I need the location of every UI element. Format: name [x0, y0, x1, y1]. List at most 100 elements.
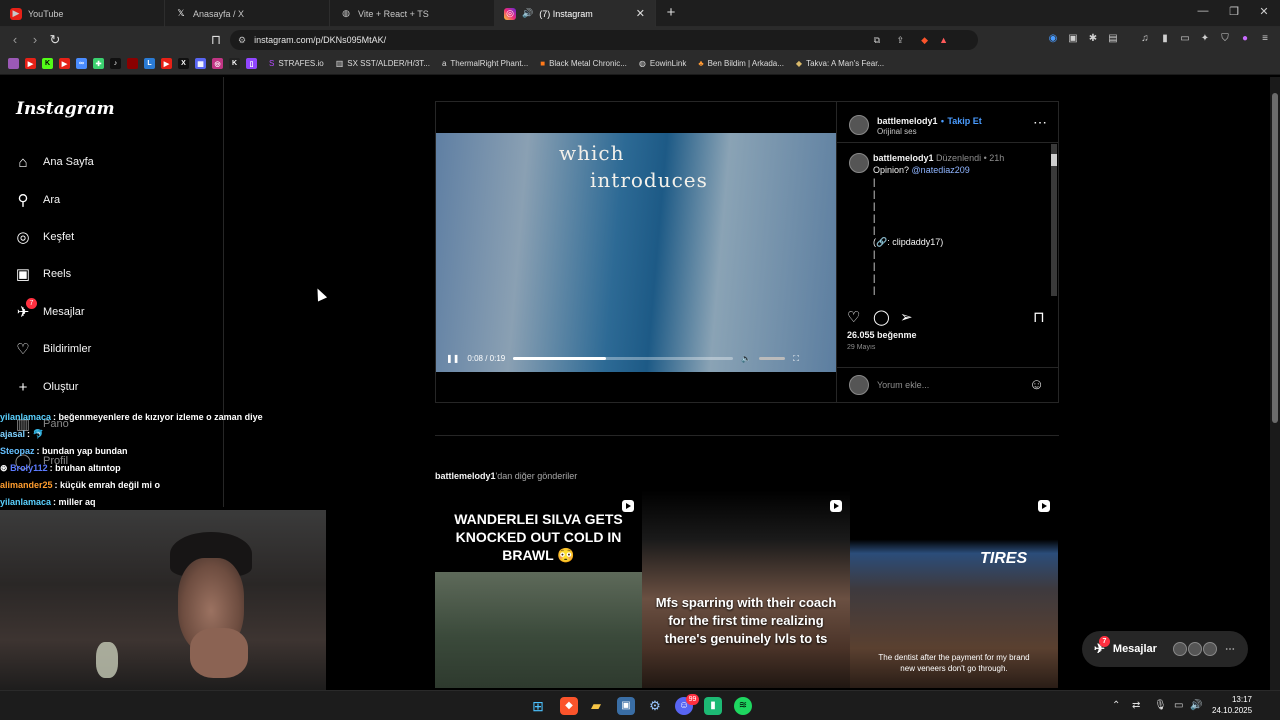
bookmark-icon-5[interactable]: ∞ [76, 58, 87, 69]
bookmark-sx[interactable]: ▥ SX SST/ALDER/H/3T... [336, 59, 430, 68]
bookmark-icon[interactable]: ⊓ [207, 31, 225, 49]
share-icon[interactable]: ➢ [900, 308, 913, 326]
photos-icon[interactable]: ▣ [617, 697, 635, 715]
follow-button[interactable]: Takip Et [947, 116, 981, 126]
kick-bookmark-icon[interactable]: K [42, 58, 53, 69]
bookmark-icon-14[interactable]: K [229, 58, 240, 69]
mention-link[interactable]: @natediaz209 [912, 165, 970, 175]
brave-icon[interactable]: ◆ [560, 697, 578, 715]
ai-icon[interactable]: ✦ [1198, 32, 1212, 46]
nav-explore[interactable]: ◎ Keşfet [14, 222, 74, 252]
like-icon[interactable]: ♡ [847, 308, 860, 326]
close-window-icon[interactable]: ✕ [1254, 5, 1274, 21]
app-icon[interactable]: ▮ [704, 697, 722, 715]
bookmark-icon-1[interactable] [8, 58, 19, 69]
menu-icon[interactable]: ≡ [1258, 32, 1272, 46]
spotify-icon[interactable]: ≋ [734, 697, 752, 715]
network-app-icon[interactable]: ⇄ [1132, 700, 1140, 711]
youtube-bookmark-icon[interactable]: ▶ [25, 58, 36, 69]
page-scrollbar[interactable] [1270, 77, 1280, 690]
more-post-3[interactable]: TIRES The dentist after the payment for … [850, 490, 1058, 688]
post-username[interactable]: battlemelody1 [877, 116, 938, 126]
video-progress-bar[interactable] [513, 357, 734, 360]
bookmark-takva[interactable]: ◆ Takva: A Man's Fear... [796, 59, 884, 68]
back-icon[interactable]: ‹ [6, 31, 24, 49]
volume-icon[interactable]: 🔈 [741, 354, 751, 363]
windows-start-icon[interactable]: ⊞ [529, 697, 547, 715]
bookmark-black-metal[interactable]: ■ Black Metal Chronic... [540, 59, 627, 68]
bookmark-strafes[interactable]: S STRAFES.io [269, 59, 324, 68]
more-options-icon[interactable]: ⋯ [1033, 114, 1047, 131]
system-clock[interactable]: 13:17 24.10.2025 [1212, 694, 1252, 716]
sidebar-icon[interactable]: ▮ [1158, 32, 1172, 46]
nav-messages[interactable]: ✈ 7 Mesajlar [14, 297, 85, 327]
caption-scrollbar[interactable] [1051, 144, 1057, 296]
url-bar[interactable]: ⚙ instagram.com/p/DKNs095MtAK/ ⧉ ⇪ ◆ ▲ [230, 30, 978, 50]
nav-home[interactable]: ⌂ Ana Sayfa [14, 147, 93, 177]
youtube-bookmark-icon-2[interactable]: ▶ [59, 58, 70, 69]
close-tab-icon[interactable]: ✕ [636, 7, 645, 20]
emoji-icon[interactable]: ☺ [1029, 376, 1044, 393]
bookmark-icon-9[interactable]: L [144, 58, 155, 69]
tab-vite[interactable]: ◍ Vite + React + TS [330, 0, 495, 27]
comment-icon[interactable]: ◯ [873, 308, 890, 326]
avatar[interactable] [849, 114, 869, 135]
bookmark-icon-12[interactable]: ▦ [195, 58, 206, 69]
vpn-icon[interactable]: ⛉ [1218, 32, 1232, 46]
reload-icon[interactable]: ↻ [46, 31, 64, 49]
file-explorer-icon[interactable]: ▰ [587, 697, 605, 715]
volume-tray-icon[interactable]: 🔊 [1190, 700, 1202, 711]
site-settings-icon[interactable]: ⚙ [238, 35, 246, 46]
leo-icon[interactable]: ◉ [1046, 32, 1060, 46]
bookmark-icon-6[interactable]: ✚ [93, 58, 104, 69]
x-bookmark-icon[interactable]: X [178, 58, 189, 69]
bookmark-ben-bildim[interactable]: ♣ Ben Bildim | Arkada... [698, 59, 784, 68]
more-post-2[interactable]: Mfs sparring with their coach for the fi… [642, 490, 850, 688]
post-video[interactable]: which introduces ❚❚ 0:08 / 0:19 🔈 ⛶ [436, 133, 836, 372]
comment-input[interactable]: Yorum ekle... [877, 380, 929, 390]
nav-reels[interactable]: ▣ Reels [14, 259, 71, 289]
likes-count[interactable]: 26.055 beğenme [847, 330, 917, 340]
tab-x[interactable]: 𝕏 Anasayfa / X [165, 0, 330, 27]
tiktok-bookmark-icon[interactable]: ♪ [110, 58, 121, 69]
extension-icon-2[interactable]: ▤ [1106, 32, 1120, 46]
bookmark-icon-8[interactable] [127, 58, 138, 69]
open-external-icon[interactable]: ⧉ [874, 35, 880, 46]
brave-rewards-icon[interactable]: ▲ [939, 35, 948, 45]
restore-icon[interactable]: ❐ [1224, 5, 1244, 21]
more-post-1[interactable]: WANDERLEI SILVA GETS KNOCKED OUT COLD IN… [435, 490, 642, 688]
new-tab-button[interactable]: + [662, 4, 680, 22]
twitch-bookmark-icon[interactable]: ▯ [246, 58, 257, 69]
media-icon[interactable]: ♫ [1138, 32, 1152, 46]
fullscreen-icon[interactable]: ⛶ [793, 354, 799, 364]
tab-instagram[interactable]: ◎ 🔊 (7) Instagram ✕ [494, 0, 656, 27]
instagram-logo[interactable]: Instagram [16, 99, 115, 119]
share-icon[interactable]: ⇪ [896, 35, 904, 46]
monitor-icon[interactable]: ▭ [1174, 700, 1183, 711]
volume-slider[interactable] [759, 357, 786, 360]
messages-pill[interactable]: ✈ 7 Mesajlar ⋯ [1082, 631, 1248, 667]
nav-create[interactable]: + Oluştur [14, 372, 79, 402]
instagram-bookmark-icon[interactable]: ◎ [212, 58, 223, 69]
discord-icon[interactable]: ☺ 99 [675, 694, 699, 715]
save-icon[interactable]: ⊓ [1033, 308, 1045, 326]
youtube-bookmark-icon-3[interactable]: ▶ [161, 58, 172, 69]
minimize-icon[interactable]: — [1193, 5, 1213, 21]
pause-icon[interactable]: ❚❚ [446, 354, 459, 363]
profile-avatar-icon[interactable]: ● [1238, 32, 1252, 46]
extension-icon-1[interactable]: ▣ [1066, 32, 1080, 46]
steam-icon[interactable]: ⚙ [646, 697, 664, 715]
audio-label[interactable]: Orijinal ses [877, 127, 982, 136]
microphone-icon[interactable]: 🎙 [1154, 700, 1167, 711]
nav-notifications[interactable]: ♡ Bildirimler [14, 334, 91, 364]
nav-search[interactable]: ⚲ Ara [14, 185, 61, 215]
puzzle-icon[interactable]: ✱ [1086, 32, 1100, 46]
bookmark-eowinlink[interactable]: ◍ EowinLink [639, 59, 686, 68]
brave-shield-icon[interactable]: ◆ [921, 35, 928, 46]
avatar[interactable] [849, 153, 869, 173]
tab-youtube[interactable]: ▶ YouTube [0, 0, 165, 27]
forward-icon[interactable]: › [26, 31, 44, 49]
tray-overflow-icon[interactable]: ⌃ [1112, 700, 1120, 711]
wallet-icon[interactable]: ▭ [1178, 32, 1192, 46]
bookmark-thermalright[interactable]: a ThermalRight Phant... [442, 59, 528, 68]
